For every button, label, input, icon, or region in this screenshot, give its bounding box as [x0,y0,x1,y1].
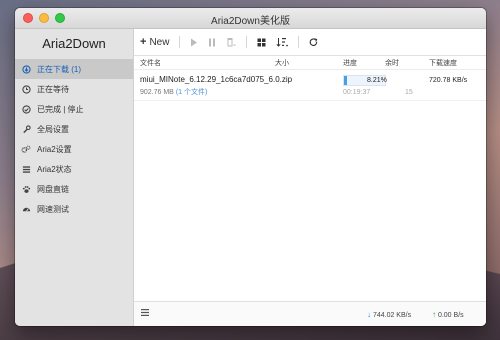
col-header-progress[interactable]: 进度 [343,58,357,68]
grid-icon [257,38,266,46]
check-circle-icon [21,104,31,114]
sidebar-item-cloud-links[interactable]: 网盘直链 [15,179,133,199]
app-window: Aria2Down美化版 Aria2Down 正在下载 (1) 正在等待 已完成… [15,8,486,326]
wrench-icon [21,124,31,134]
total-upload-speed: ↑ 0.00 B/s [432,310,464,319]
trash-icon [227,38,237,47]
delete-button[interactable] [226,37,237,47]
pause-button[interactable] [208,38,216,47]
column-header-row: 文件名 大小 进度 余时 下载速度 [134,56,486,70]
arrow-up-icon: ↑ [432,310,436,319]
new-task-label: New [149,36,170,48]
task-size: 902.76 MB [140,89,174,96]
progress-fill [344,76,348,85]
app-brand: Aria2Down [42,36,106,51]
hamburger-icon [141,309,149,316]
plus-icon: + [140,36,147,48]
title-bar: Aria2Down美化版 [15,8,486,29]
sidebar-item-completed[interactable]: 已完成 | 停止 [15,99,133,119]
progress-percent: 8.21% [367,77,387,84]
menu-button[interactable] [141,308,149,319]
col-header-remaining[interactable]: 余时 [385,58,399,68]
sidebar-item-label: Aria2设置 [37,144,72,154]
window-title: Aria2Down美化版 [211,16,290,27]
sort-button[interactable] [276,37,289,47]
sort-icon [276,38,289,47]
sidebar-item-downloading[interactable]: 正在下载 (1) [15,59,133,79]
main-panel: + New 文件名 大小 进度 余时 下载速度 miui_MINote_6.12… [134,29,486,326]
total-upload-speed-value: 0.00 B/s [437,312,464,319]
toolbar-divider [298,36,300,48]
speedometer-icon [21,204,31,214]
col-header-filename[interactable]: 文件名 [140,58,161,68]
task-file-count[interactable]: (1 个文件) [176,89,208,96]
sidebar-item-aria2-settings[interactable]: Aria2设置 [15,139,133,159]
status-bar: ↓ 744.02 KB/s ↑ 0.00 B/s [134,301,486,326]
sidebar-item-label: 正在等待 [37,84,69,94]
sidebar: Aria2Down 正在下载 (1) 正在等待 已完成 | 停止 全局设置 Ar… [15,29,134,326]
gears-icon [21,144,31,154]
total-download-speed: ↓ 744.02 KB/s [367,310,411,319]
total-download-speed-value: 744.02 KB/s [372,312,412,319]
col-header-speed[interactable]: 下载速度 [429,58,457,68]
sidebar-item-label: 网盘直链 [37,184,69,194]
sidebar-item-waiting[interactable]: 正在等待 [15,79,133,99]
task-row[interactable]: miui_MINote_6.12.29_1c6ca7d075_6.0.zip 9… [134,70,486,101]
download-speed: 720.78 KB/s [429,77,468,84]
sidebar-item-label: 全局设置 [37,124,69,134]
sidebar-item-label: 网速测试 [37,204,69,214]
task-filename: miui_MINote_6.12.29_1c6ca7d075_6.0.zip [140,75,293,84]
sidebar-item-label: 正在下载 (1) [37,64,81,74]
list-icon [21,164,31,174]
elapsed-time: 00:19:37 [343,89,371,96]
sidebar-item-aria2-status[interactable]: Aria2状态 [15,159,133,179]
toolbar-divider [246,36,248,48]
paw-icon [21,184,31,194]
toolbar: + New [134,29,486,56]
start-button[interactable] [190,38,198,47]
clock-icon [21,84,31,94]
remaining-time: 15 [405,89,413,96]
sidebar-nav: 正在下载 (1) 正在等待 已完成 | 停止 全局设置 Aria2设置 Aria… [15,59,133,219]
pause-icon [209,38,216,46]
arrow-down-icon: ↓ [367,310,371,319]
refresh-button[interactable] [309,37,318,47]
sidebar-item-label: 已完成 | 停止 [37,104,84,114]
download-circle-icon [21,64,31,74]
new-task-button[interactable]: + New [140,36,169,48]
grid-view-button[interactable] [257,38,266,47]
sidebar-item-label: Aria2状态 [37,164,72,174]
toolbar-divider [179,36,181,48]
sidebar-item-speed-test[interactable]: 网速测试 [15,199,133,219]
col-header-size[interactable]: 大小 [275,58,289,68]
task-size-line: 902.76 MB (1 个文件) [140,87,207,97]
refresh-icon [310,37,318,46]
play-icon [191,38,198,46]
sidebar-item-global-settings[interactable]: 全局设置 [15,119,133,139]
